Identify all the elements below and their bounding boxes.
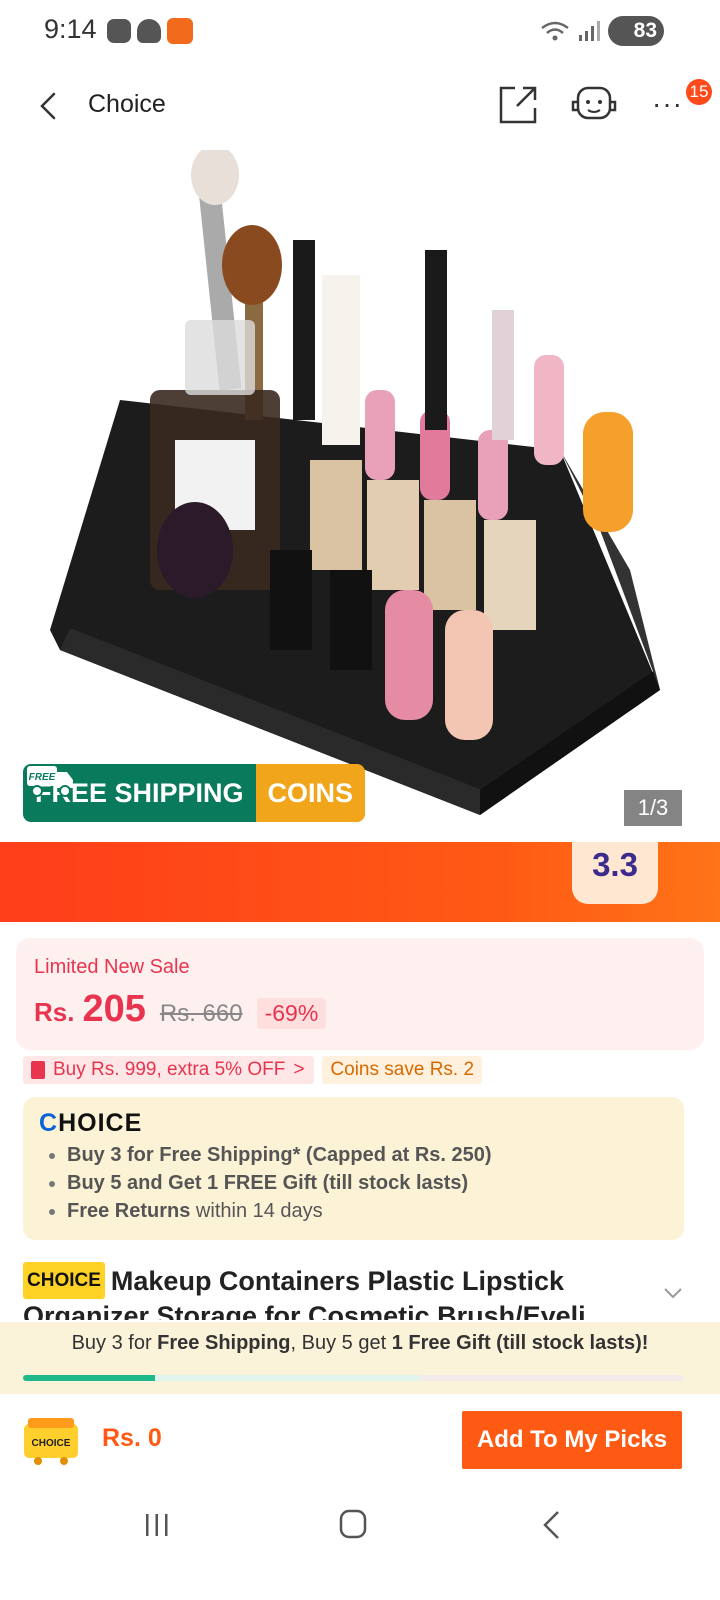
price-card: Limited New Sale Rs. 205 Rs. 660 -69% — [16, 938, 704, 1050]
customer-service-icon[interactable] — [570, 82, 618, 128]
bottom-action-bar: CHOICE Rs. 0 Add To My Picks — [0, 1394, 720, 1484]
bundle-progress-track — [23, 1375, 683, 1381]
coins-chip[interactable]: Coins save Rs. 2 — [322, 1056, 483, 1084]
recents-icon[interactable] — [143, 1512, 171, 1538]
app-header: Choice ··· 15 — [0, 64, 720, 150]
benefit-item: Buy 3 for Free Shipping* (Capped at Rs. … — [49, 1141, 492, 1169]
nav-back-icon[interactable] — [540, 1509, 562, 1541]
bundle-text: Buy 3 for Free Shipping, Buy 5 get 1 Fre… — [71, 1332, 649, 1354]
progress-fill — [23, 1375, 155, 1381]
add-to-picks-button[interactable]: Add To My Picks — [462, 1411, 682, 1469]
coupon-chip[interactable]: Buy Rs. 999, extra 5% OFF > — [23, 1056, 315, 1084]
free-shipping-coins-banner: FREE FREE SHIPPING COINS — [23, 764, 366, 822]
notification-icons — [107, 18, 193, 44]
product-title-block[interactable]: CHOICE Makeup Containers Plastic Lipstick… — [23, 1262, 663, 1320]
app-notification-icon — [107, 19, 131, 43]
campaign-badge: 3.3 — [572, 842, 658, 904]
image-counter: 1/3 — [624, 790, 682, 826]
back-arrow-icon[interactable] — [30, 86, 70, 126]
discount-badge: -69% — [256, 998, 327, 1029]
battery-indicator: 83 — [608, 16, 664, 46]
status-time: 9:14 — [44, 14, 97, 44]
cart-total: Rs. 0 — [102, 1424, 162, 1452]
coins-label: COINS — [255, 764, 366, 822]
price-row: Rs. 205 Rs. 660 -69% — [34, 988, 327, 1031]
page-title: Choice — [88, 90, 166, 118]
wifi-icon — [541, 21, 569, 41]
progress-next-segment — [155, 1375, 419, 1381]
notification-badge: 15 — [686, 79, 712, 105]
choice-logo: CHOICE — [39, 1109, 143, 1137]
product-photo — [50, 150, 660, 815]
product-title: Makeup Containers Plastic Lipstick Organ… — [23, 1266, 609, 1320]
chevron-down-icon[interactable] — [663, 1286, 683, 1300]
snapchat-icon — [137, 19, 161, 43]
free-shipping-label: FREE FREE SHIPPING — [23, 764, 256, 822]
choice-benefits-list: Buy 3 for Free Shipping* (Capped at Rs. … — [49, 1141, 492, 1225]
home-icon[interactable] — [339, 1509, 367, 1539]
choice-cart-icon[interactable]: CHOICE — [22, 1414, 80, 1466]
free-tag-text: FREE — [29, 772, 56, 783]
price-currency: Rs. — [34, 997, 75, 1027]
current-price: 205 — [82, 988, 146, 1030]
share-icon[interactable] — [497, 84, 539, 126]
system-icons: 83 — [540, 16, 664, 46]
system-navigation-bar — [0, 1484, 720, 1600]
choice-badge: CHOICE — [23, 1262, 105, 1299]
chevron-right-icon: > — [293, 1059, 305, 1080]
product-image-gallery[interactable]: FREE FREE SHIPPING COINS 1/3 — [0, 150, 720, 840]
signal-icon — [579, 21, 600, 41]
coupon-row: Buy Rs. 999, extra 5% OFF > Coins save R… — [23, 1056, 483, 1084]
benefit-item: Buy 5 and Get 1 FREE Gift (till stock la… — [49, 1169, 492, 1197]
bundle-progress-bar[interactable]: Buy 3 for Free Shipping, Buy 5 get 1 Fre… — [0, 1322, 720, 1394]
choice-benefits-box[interactable]: CHOICE Buy 3 for Free Shipping* (Capped … — [23, 1097, 684, 1240]
sale-label: Limited New Sale — [34, 956, 190, 978]
coupon-text: Buy Rs. 999, extra 5% OFF — [53, 1059, 286, 1080]
benefit-item: Free Returns within 14 days — [49, 1197, 492, 1225]
promo-banner[interactable]: 3.3 — [0, 842, 720, 922]
shopping-app-icon — [167, 18, 193, 44]
delivery-truck-icon: FREE — [27, 766, 73, 797]
more-options-icon[interactable]: ··· — [652, 88, 688, 124]
original-price: Rs. 660 — [159, 1000, 243, 1027]
product-title-line: CHOICE Makeup Containers Plastic Lipstick… — [23, 1262, 663, 1320]
status-bar: 9:14 83 — [0, 0, 720, 64]
coupon-icon — [31, 1061, 45, 1079]
cart-label: CHOICE — [32, 1438, 71, 1449]
